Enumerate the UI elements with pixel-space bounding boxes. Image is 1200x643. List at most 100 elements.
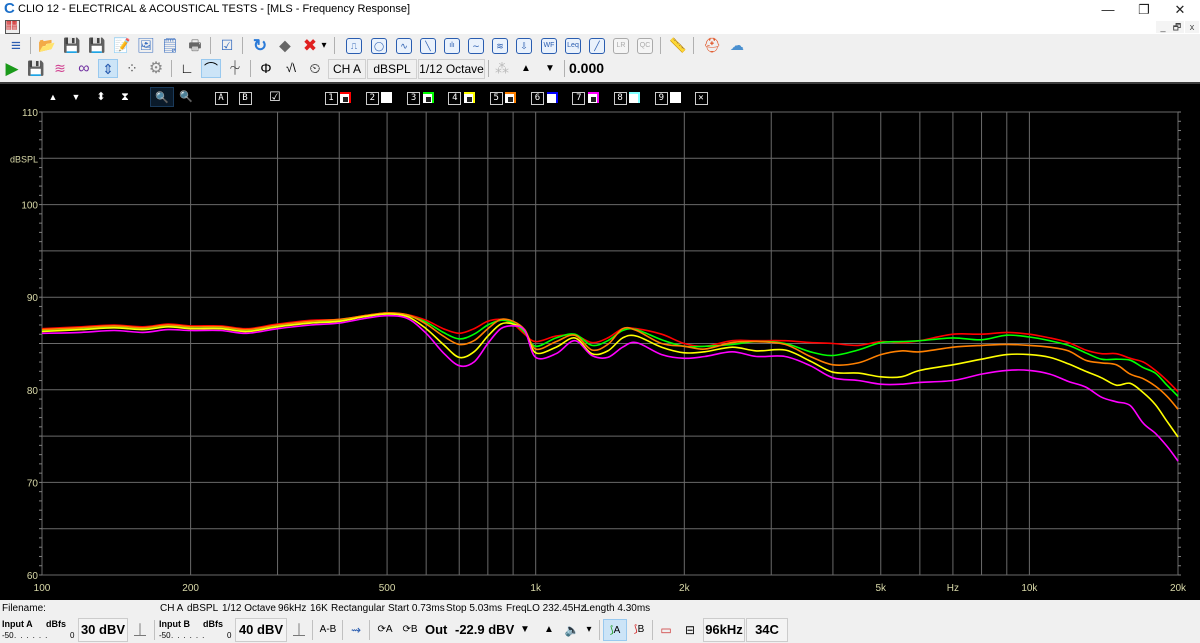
- smoothing-button[interactable]: ⌒: [201, 59, 221, 78]
- waterfall-spectrum-button[interactable]: ılı: [442, 36, 462, 55]
- phi-button[interactable]: Φ: [256, 59, 276, 78]
- delete-dropdown-icon[interactable]: ▾: [318, 36, 330, 55]
- mic-a-label: A: [613, 625, 621, 636]
- eraser-icon[interactable]: ⬥: [275, 36, 295, 55]
- leq-button[interactable]: Leq: [563, 36, 583, 55]
- generator-icon[interactable]: ⇝: [347, 622, 365, 638]
- help-icon[interactable]: ⛑: [702, 36, 722, 55]
- phase-button[interactable]: ⏆: [225, 59, 245, 78]
- save-image-icon[interactable]: 🖼: [136, 36, 156, 55]
- lr-button[interactable]: LR: [611, 36, 631, 55]
- save-icon[interactable]: 💾: [62, 36, 82, 55]
- mls-button[interactable]: ⎍: [344, 36, 364, 55]
- wf-icon: WF: [541, 38, 557, 55]
- save-settings-icon[interactable]: 💾: [87, 36, 107, 55]
- menu-icon[interactable]: ≡: [6, 36, 26, 55]
- value-down-button[interactable]: ▼: [540, 59, 560, 78]
- smoothing-value-button[interactable]: 1/12 Octave: [418, 59, 485, 79]
- mdi-restore-button[interactable]: 🗗: [1170, 21, 1184, 33]
- status-separator: [342, 620, 343, 640]
- snap-icon[interactable]: ⁂: [492, 59, 512, 78]
- cloud-help-icon[interactable]: ☁: [727, 36, 747, 55]
- speaker-dropdown-icon[interactable]: ▾: [583, 622, 595, 638]
- save-channel-button[interactable]: 💾: [26, 59, 46, 78]
- speaker-icon[interactable]: 🔈: [563, 622, 581, 638]
- wf-button[interactable]: WF: [539, 36, 559, 55]
- minimum-phase-button[interactable]: √\: [281, 59, 301, 78]
- notes-icon[interactable]: 🗒: [160, 36, 180, 55]
- loop-b-button[interactable]: ⟳B: [399, 622, 421, 638]
- input-a-polarity-icon[interactable]: ⏊: [131, 622, 149, 638]
- out-level[interactable]: -22.9 dBV: [455, 622, 514, 637]
- input-a-units: dBfs: [46, 619, 66, 629]
- info-item: FreqLO 232.45Hz: [506, 603, 586, 614]
- frequency-response-chart[interactable]: 110 100 90 80 70 60 dBSPL 100 200 500 1k 2k 5k 10k 20…: [0, 84, 1200, 600]
- mdi-minimize-button[interactable]: _: [1156, 21, 1170, 33]
- x-tick-label: 1k: [530, 583, 542, 594]
- fft-button[interactable]: ∿: [394, 36, 414, 55]
- linearity-button[interactable]: ╱: [587, 36, 607, 55]
- mic-b-button[interactable]: ⟆B: [628, 622, 650, 638]
- autoscale-button[interactable]: ⇕: [98, 59, 118, 78]
- units-button[interactable]: dBSPL: [367, 59, 417, 79]
- checklist-icon[interactable]: ☑: [217, 36, 237, 55]
- hardware-icon[interactable]: ⊟: [681, 622, 699, 638]
- clock-icon[interactable]: ⏲: [305, 59, 325, 78]
- mic-a-button[interactable]: ⟆A: [603, 619, 627, 641]
- ruler-icon[interactable]: 📏: [668, 36, 688, 55]
- out-level-up-button[interactable]: ▲: [540, 622, 558, 638]
- mdi-close-button[interactable]: x: [1185, 21, 1199, 33]
- x-tick-label: 10k: [1021, 583, 1038, 594]
- sweep-button[interactable]: ╲: [418, 36, 438, 55]
- a-minus-b-button[interactable]: A-B: [317, 622, 339, 638]
- qc-button[interactable]: QC: [635, 36, 655, 55]
- time-window-button[interactable]: ∟: [177, 59, 197, 78]
- x-tick-label: 5k: [875, 583, 887, 594]
- input-b-label: Input B: [159, 619, 190, 629]
- thiele-small-button[interactable]: ⇩: [514, 36, 534, 55]
- sweep-icon: ╲: [420, 38, 436, 55]
- input-a-range-button[interactable]: 30 dBV: [78, 618, 128, 642]
- input-b-units: dBfs: [203, 619, 223, 629]
- sine-button[interactable]: ∼: [466, 36, 486, 55]
- out-level-down-button[interactable]: ▼: [516, 622, 534, 638]
- polar-button[interactable]: ≋: [490, 36, 510, 55]
- loop-icon[interactable]: ∞: [74, 59, 94, 78]
- y-axis-label: dBSPL: [10, 154, 38, 164]
- minimize-button[interactable]: —: [1090, 0, 1126, 20]
- mls-icon: ⎍: [346, 38, 362, 55]
- loop-a-button[interactable]: ⟳A: [374, 622, 396, 638]
- sample-rate-button[interactable]: 96kHz: [703, 618, 745, 642]
- restore-button[interactable]: ❐: [1126, 0, 1162, 20]
- input-a-scale-max: 0: [70, 631, 75, 640]
- main-toolbar: ≡ 📂 💾 💾 📝 🖼 🗒 🖶 ☑ ↻ ⬥ ✖ ▾ ⎍ ◯ ∿ ╲ ılı ∼ …: [0, 34, 1200, 57]
- delete-icon[interactable]: ✖: [300, 36, 320, 55]
- device-icon[interactable]: ▭: [657, 622, 675, 638]
- dots-icon[interactable]: ⁘: [122, 59, 142, 78]
- document-icon[interactable]: ▦▦ ▤▤: [5, 20, 20, 34]
- settings-icon[interactable]: ⚙: [146, 59, 166, 78]
- toolbar-separator: [334, 37, 335, 54]
- out-label: Out: [425, 622, 448, 637]
- sinusoidal-button[interactable]: ◯: [369, 36, 389, 55]
- open-file-icon[interactable]: 📂: [37, 36, 57, 55]
- print-icon[interactable]: 🖶: [185, 36, 205, 55]
- temperature-button[interactable]: 34C: [746, 618, 788, 642]
- input-b-range-button[interactable]: 40 dBV: [235, 618, 287, 642]
- toolbar-separator: [30, 37, 31, 54]
- status-separator: [599, 620, 600, 640]
- close-button[interactable]: ✕: [1162, 0, 1198, 20]
- status-separator: [652, 620, 653, 640]
- refresh-icon[interactable]: ↻: [250, 36, 270, 55]
- channel-button[interactable]: CH A: [328, 59, 366, 79]
- x-axis-label: Hz: [947, 583, 959, 594]
- play-button[interactable]: ▶: [2, 59, 22, 78]
- input-a-label: Input A: [2, 619, 33, 629]
- status-bar: Filename: CH AdBSPL 1/12 Octave 96kHz 16K Re…: [0, 600, 1200, 643]
- sinusoidal-icon: ◯: [371, 38, 387, 55]
- save-notes-icon[interactable]: 📝: [112, 36, 132, 55]
- value-up-button[interactable]: ▲: [516, 59, 536, 78]
- reference-value[interactable]: 0.000: [569, 60, 604, 76]
- input-b-polarity-icon[interactable]: ⏊: [290, 622, 308, 638]
- multi-colors-icon[interactable]: ≋: [50, 59, 70, 78]
